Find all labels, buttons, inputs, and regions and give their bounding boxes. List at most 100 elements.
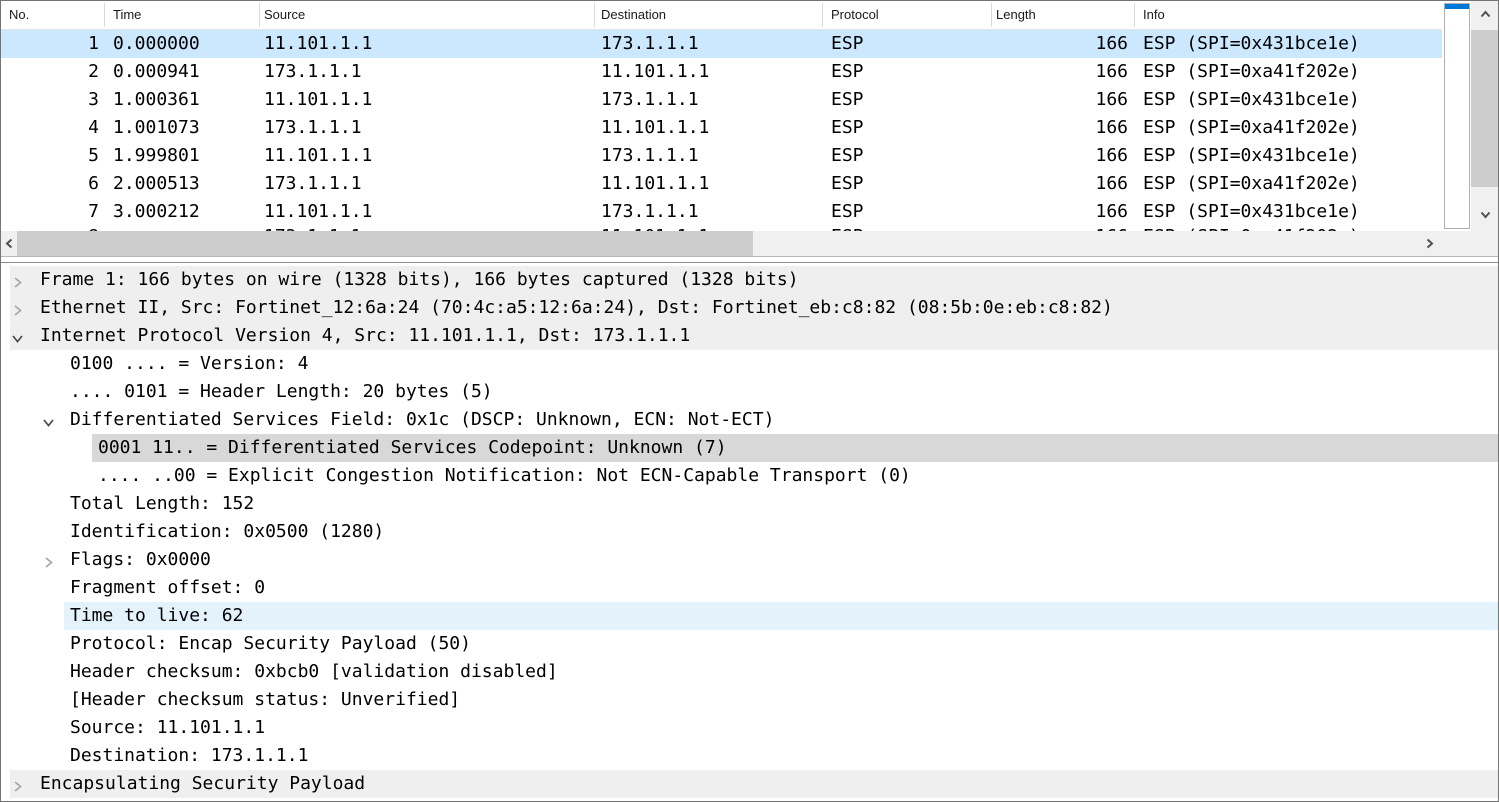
detail-row-text: Time to live: 62 [70, 602, 243, 630]
cell-destination: 11.101.1.1 [594, 114, 822, 142]
horizontal-scrollbar-thumb[interactable] [17, 231, 753, 256]
detail-row-12[interactable]: Time to live: 62 [1, 602, 1499, 630]
cell-source: 11.101.1.1 [259, 198, 594, 226]
packet-row-1[interactable]: 10.00000011.101.1.1173.1.1.1ESP166ESP (S… [1, 30, 1442, 58]
detail-row-text: Protocol: Encap Security Payload (50) [70, 630, 471, 658]
cell-destination: 173.1.1.1 [594, 30, 822, 58]
detail-row-text: Destination: 173.1.1.1 [70, 742, 308, 770]
cell-info: ESP (SPI=0x431bce1e) [1134, 142, 1442, 170]
cell-info: ESP (SPI=0x431bce1e) [1134, 30, 1442, 58]
detail-row-18[interactable]: Encapsulating Security Payload [1, 770, 1499, 798]
cell-source: 173.1.1.1 [259, 114, 594, 142]
cell-destination: 11.101.1.1 [594, 58, 822, 86]
cell-protocol: ESP [822, 30, 991, 58]
cell-length: 166 [991, 58, 1134, 86]
cell-length: 166 [991, 86, 1134, 114]
detail-row-text: Frame 1: 166 bytes on wire (1328 bits), … [40, 266, 799, 294]
cell-protocol: ESP [822, 114, 991, 142]
expand-chevron-right-icon[interactable] [11, 302, 24, 315]
cell-destination: 173.1.1.1 [594, 86, 822, 114]
chevron-up-icon [1479, 8, 1492, 21]
detail-row-text: Source: 11.101.1.1 [70, 714, 265, 742]
detail-row-text: [Header checksum status: Unverified] [70, 686, 460, 714]
packet-row-7[interactable]: 73.00021211.101.1.1173.1.1.1ESP166ESP (S… [1, 198, 1442, 226]
packet-row-5[interactable]: 51.99980111.101.1.1173.1.1.1ESP166ESP (S… [1, 142, 1442, 170]
detail-row-0[interactable]: Frame 1: 166 bytes on wire (1328 bits), … [1, 266, 1499, 294]
column-separator[interactable] [259, 3, 260, 27]
cell-info: ESP (SPI=0x431bce1e) [1134, 86, 1442, 114]
cell-time: 0.000941 [104, 58, 259, 86]
packet-row-4[interactable]: 41.001073173.1.1.111.101.1.1ESP166ESP (S… [1, 114, 1442, 142]
collapse-chevron-down-icon[interactable] [42, 414, 55, 427]
packet-list-header: No.TimeSourceDestinationProtocolLengthIn… [1, 1, 1442, 30]
cell-source: 173.1.1.1 [259, 170, 594, 198]
cell-no: 7 [1, 198, 104, 226]
intelligent-scrollbar-minimap[interactable] [1444, 3, 1470, 229]
column-separator[interactable] [104, 3, 105, 27]
column-header-source[interactable]: Source [259, 1, 594, 29]
column-header-length[interactable]: Length [991, 1, 1134, 29]
column-separator[interactable] [1134, 3, 1135, 27]
cell-time: 1.999801 [104, 142, 259, 170]
detail-row-7[interactable]: .... ..00 = Explicit Congestion Notifica… [1, 462, 1499, 490]
detail-row-text: Differentiated Services Field: 0x1c (DSC… [70, 406, 774, 434]
detail-row-1[interactable]: Ethernet II, Src: Fortinet_12:6a:24 (70:… [1, 294, 1499, 322]
detail-row-16[interactable]: Source: 11.101.1.1 [1, 714, 1499, 742]
collapse-chevron-down-icon[interactable] [11, 330, 24, 343]
detail-row-9[interactable]: Identification: 0x0500 (1280) [1, 518, 1499, 546]
column-header-time[interactable]: Time [104, 1, 259, 29]
cell-destination: 173.1.1.1 [594, 142, 822, 170]
horizontal-scrollbar[interactable] [1, 231, 1499, 256]
detail-row-text: Flags: 0x0000 [70, 546, 211, 574]
detail-row-4[interactable]: .... 0101 = Header Length: 20 bytes (5) [1, 378, 1499, 406]
column-header-protocol[interactable]: Protocol [822, 1, 991, 29]
detail-row-13[interactable]: Protocol: Encap Security Payload (50) [1, 630, 1499, 658]
detail-row-2[interactable]: Internet Protocol Version 4, Src: 11.101… [1, 322, 1499, 350]
detail-row-8[interactable]: Total Length: 152 [1, 490, 1499, 518]
cell-info: ESP (SPI=0xa41f202e) [1134, 170, 1442, 198]
detail-row-14[interactable]: Header checksum: 0xbcb0 [validation disa… [1, 658, 1499, 686]
cell-no: 4 [1, 114, 104, 142]
detail-row-text: Header checksum: 0xbcb0 [validation disa… [70, 658, 558, 686]
scroll-up-button[interactable] [1471, 3, 1499, 25]
column-separator[interactable] [991, 3, 992, 27]
detail-row-15[interactable]: [Header checksum status: Unverified] [1, 686, 1499, 714]
cell-time: 2.000513 [104, 170, 259, 198]
expand-chevron-right-icon[interactable] [11, 274, 24, 287]
packet-row-2[interactable]: 20.000941173.1.1.111.101.1.1ESP166ESP (S… [1, 58, 1442, 86]
hovered-field-highlight [64, 602, 1499, 630]
cell-time: 1.001073 [104, 114, 259, 142]
detail-row-10[interactable]: Flags: 0x0000 [1, 546, 1499, 574]
vertical-scrollbar[interactable] [1471, 1, 1499, 231]
expand-chevron-right-icon[interactable] [11, 778, 24, 791]
detail-row-text: Identification: 0x0500 (1280) [70, 518, 384, 546]
column-separator[interactable] [594, 3, 595, 27]
scroll-down-button[interactable] [1471, 203, 1499, 225]
detail-row-6[interactable]: 0001 11.. = Differentiated Services Code… [1, 434, 1499, 462]
cell-length: 166 [991, 30, 1134, 58]
cell-no: 2 [1, 58, 104, 86]
detail-row-text: Ethernet II, Src: Fortinet_12:6a:24 (70:… [40, 294, 1113, 322]
vertical-scrollbar-thumb[interactable] [1471, 30, 1499, 187]
chevron-right-icon [1423, 237, 1436, 250]
cell-source: 11.101.1.1 [259, 30, 594, 58]
column-header-info[interactable]: Info [1134, 1, 1442, 29]
column-header-no[interactable]: No. [1, 1, 104, 29]
expand-chevron-right-icon[interactable] [42, 554, 55, 567]
packet-row-6[interactable]: 62.000513173.1.1.111.101.1.1ESP166ESP (S… [1, 170, 1442, 198]
cell-source: 173.1.1.1 [259, 58, 594, 86]
detail-row-text: 0001 11.. = Differentiated Services Code… [98, 434, 727, 462]
detail-row-11[interactable]: Fragment offset: 0 [1, 574, 1499, 602]
cell-source: 11.101.1.1 [259, 142, 594, 170]
column-separator[interactable] [822, 3, 823, 27]
detail-row-17[interactable]: Destination: 173.1.1.1 [1, 742, 1499, 770]
cell-time: 3.000212 [104, 198, 259, 226]
pane-splitter[interactable] [1, 256, 1499, 263]
scroll-left-button[interactable] [1, 231, 17, 256]
detail-row-5[interactable]: Differentiated Services Field: 0x1c (DSC… [1, 406, 1499, 434]
scroll-right-button[interactable] [1419, 231, 1439, 256]
packet-row-3[interactable]: 31.00036111.101.1.1173.1.1.1ESP166ESP (S… [1, 86, 1442, 114]
column-header-destination[interactable]: Destination [594, 1, 822, 29]
detail-row-3[interactable]: 0100 .... = Version: 4 [1, 350, 1499, 378]
detail-row-text: Fragment offset: 0 [70, 574, 265, 602]
